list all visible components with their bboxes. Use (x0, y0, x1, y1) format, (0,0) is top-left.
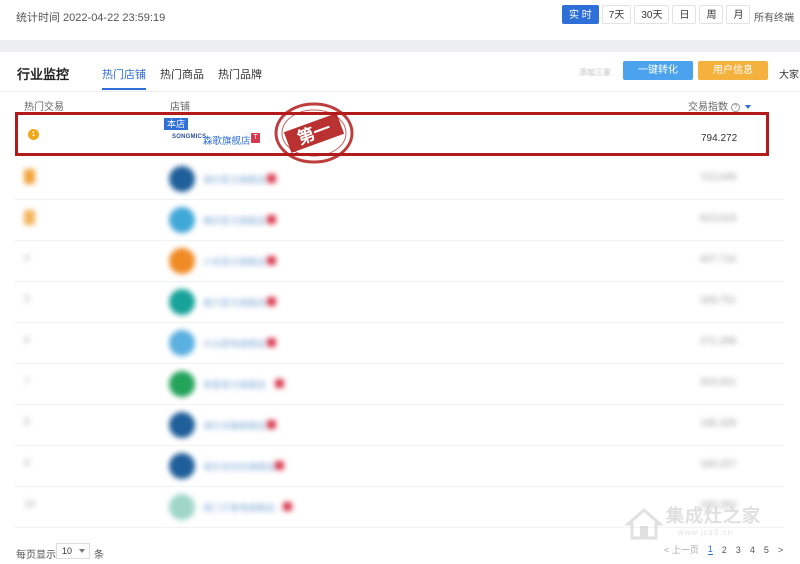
shop-name-link[interactable]: 小米官方旗舰店 (203, 255, 266, 268)
trade-index-value: 794.272 (701, 133, 738, 144)
brand-logo: SONGMICS (172, 134, 207, 140)
header-divider (0, 91, 800, 92)
shop-name-link[interactable]: 格力官方旗舰店 (203, 296, 266, 309)
trade-index-value: 328,751 (700, 295, 737, 306)
top-bar: 统计时间 2022-04-22 23:59:19 实 时 7天 30天 日 周 … (0, 0, 800, 34)
shop-name-link[interactable]: 森歌旗舰店 (203, 133, 251, 147)
time-tab-month[interactable]: 月 (726, 5, 751, 24)
shop-name-link[interactable]: 西门子家电旗舰店 (203, 501, 275, 514)
info-icon[interactable]: ? (731, 102, 740, 112)
shop-name-link[interactable]: 方太厨电旗舰店 (203, 337, 266, 350)
trade-index-value: 722,649 (700, 172, 737, 183)
chevron-down-icon (79, 549, 85, 553)
rank-number: 9 (24, 458, 30, 469)
section-divider (0, 40, 800, 52)
table-row[interactable]: 5 格力官方旗舰店 328,751 (14, 281, 784, 323)
terminal-select[interactable]: 所有终端 (754, 9, 794, 24)
time-range-tabs: 实 时 7天 30天 日 周 月 (562, 5, 751, 24)
tmall-icon (267, 215, 276, 224)
shop-logo (169, 412, 195, 438)
house-logo-icon (624, 508, 664, 540)
rank-number: 7 (24, 376, 30, 387)
time-tab-week[interactable]: 周 (699, 5, 724, 24)
time-tab-realtime[interactable]: 实 时 (562, 5, 599, 24)
rank-number: 4 (24, 253, 30, 264)
shop-logo (169, 330, 195, 356)
per-page-select[interactable]: 10 (56, 543, 90, 559)
gold-medal-icon: 1 (28, 129, 39, 140)
shop-logo (169, 371, 195, 397)
table-row[interactable]: 9 海尔洗衣机旗舰店 190,207 (14, 445, 784, 487)
highlighted-row[interactable]: 1 本店 SONGMICS 森歌旗舰店 T 794.272 (15, 112, 769, 156)
time-tab-30days[interactable]: 30天 (634, 5, 670, 24)
tmall-icon (267, 297, 276, 306)
tmall-icon (267, 256, 276, 265)
table-row[interactable]: 4 小米官方旗舰店 407,716 (14, 240, 784, 282)
watermark: 集成灶之家 www.jcz3.cn (622, 500, 800, 552)
rank-number: 8 (24, 417, 30, 428)
shop-logo (169, 248, 195, 274)
watermark-name: 集成灶之家 (666, 506, 761, 526)
time-tab-day[interactable]: 日 (672, 5, 697, 24)
trade-index-value: 204,501 (700, 377, 737, 388)
tmall-icon (267, 420, 276, 429)
rank-number: 6 (24, 335, 30, 346)
column-header-rank: 热门交易 (24, 102, 64, 113)
tmall-icon (267, 174, 276, 183)
shop-logo (169, 494, 195, 520)
per-page-label: 每页显示 (16, 550, 56, 561)
per-page-value: 10 (62, 546, 73, 556)
column-header-shop: 店铺 (170, 102, 190, 113)
section-header: 行业监控 热门店铺 热门商品 热门品牌 添加三家 一键转化 用户信息 大家电 (0, 52, 800, 92)
trade-index-value: 407,716 (700, 254, 737, 265)
stat-time: 统计时间 2022-04-22 23:59:19 (16, 12, 166, 24)
table-row[interactable]: 海尔官方旗舰店 722,649 (14, 158, 784, 200)
medal-icon (24, 169, 35, 184)
table-row[interactable]: 美的官方旗舰店 623,618 (14, 199, 784, 241)
table-row[interactable]: 6 方太厨电旗舰店 271,288 (14, 322, 784, 364)
table-row[interactable]: 8 海尔冰箱旗舰店 196,328 (14, 404, 784, 446)
shop-name-link[interactable]: 美的官方旗舰店 (203, 214, 266, 227)
shop-name-link[interactable]: 海尔冰箱旗舰店 (203, 419, 266, 432)
tmall-icon (275, 379, 284, 388)
tab-hot-products[interactable]: 热门商品 (160, 66, 204, 90)
rank-number: 10 (24, 499, 36, 510)
category-label[interactable]: 大家电 (779, 66, 800, 81)
tmall-icon (283, 502, 292, 511)
tab-hot-brands[interactable]: 热门品牌 (218, 66, 262, 90)
tab-hot-shops[interactable]: 热门店铺 (102, 66, 146, 90)
shop-name-link[interactable]: 海尔洗衣机旗舰店 (203, 460, 275, 473)
shop-logo (169, 166, 195, 192)
tmall-icon (275, 461, 284, 470)
tmall-icon (267, 338, 276, 347)
user-info-button[interactable]: 用户信息 (698, 61, 768, 80)
shop-name-link[interactable]: 海尔官方旗舰店 (203, 173, 266, 186)
trade-index-value: 190,207 (700, 459, 737, 470)
per-page-unit: 条 (94, 550, 104, 561)
column-header-value[interactable]: 交易指数? (688, 98, 751, 113)
sort-desc-icon[interactable] (745, 105, 751, 110)
time-tab-7days[interactable]: 7天 (601, 5, 632, 24)
shop-logo (169, 289, 195, 315)
shop-logo (169, 207, 195, 233)
table-row[interactable]: 7 老板官方旗舰店 204,501 (14, 363, 784, 405)
trade-index-value: 623,618 (700, 213, 737, 224)
shop-name-link[interactable]: 老板官方旗舰店 (203, 378, 266, 391)
own-shop-badge: 本店 (164, 118, 189, 130)
rank-number: 5 (24, 294, 30, 305)
medal-icon (24, 210, 35, 225)
stamp-text: 第一 (295, 118, 334, 149)
convert-button[interactable]: 一键转化 (623, 61, 693, 80)
category-tabs: 热门店铺 热门商品 热门品牌 (102, 66, 262, 90)
first-place-stamp: 第一 (274, 102, 354, 164)
watermark-url: www.jcz3.cn (678, 528, 734, 537)
trade-index-value: 271,288 (700, 336, 737, 347)
section-title: 行业监控 (17, 67, 70, 82)
trade-index-value: 196,328 (700, 418, 737, 429)
tmall-icon: T (251, 133, 260, 143)
shop-logo (169, 453, 195, 479)
compare-link[interactable]: 添加三家 (579, 67, 611, 78)
